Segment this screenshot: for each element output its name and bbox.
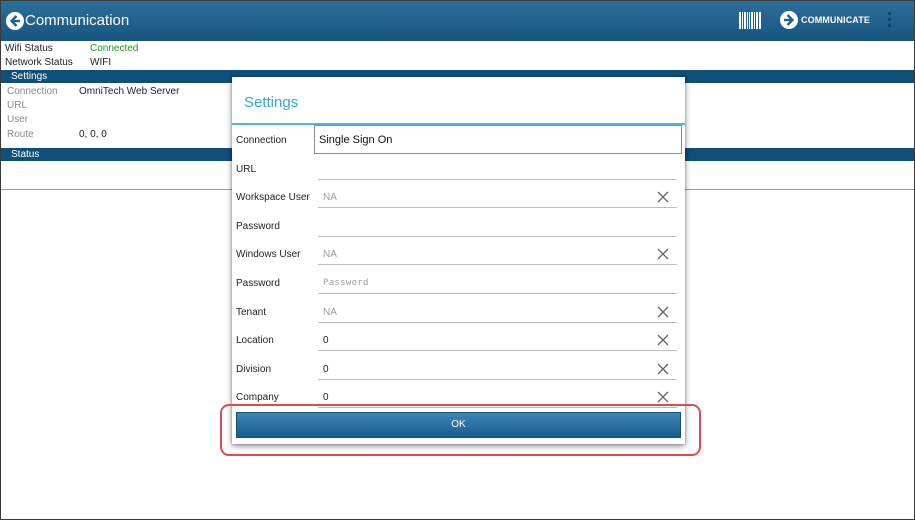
division-row: Division 0 — [232, 355, 685, 381]
back-arrow-icon[interactable] — [5, 11, 25, 31]
user-label: User — [7, 114, 29, 125]
password-row: Password — [232, 212, 685, 238]
location-row: Location 0 — [232, 326, 685, 352]
location-value: 0 — [323, 335, 329, 346]
wifi-status-value: Connected — [90, 43, 139, 54]
windows-user-row: Windows User NA — [232, 240, 685, 266]
workspace-user-input[interactable]: NA — [318, 187, 677, 208]
url-field-label: URL — [236, 164, 257, 175]
tenant-label: Tenant — [236, 307, 267, 318]
wifi-status-row: Wifi Status Connected — [5, 43, 305, 55]
company-label: Company — [236, 392, 279, 403]
workspace-user-label: Workspace User — [236, 192, 310, 203]
windows-password-label: Password — [236, 278, 280, 289]
network-status-label: Network Status — [5, 57, 73, 68]
tenant-placeholder: NA — [323, 307, 337, 318]
division-input[interactable]: 0 — [318, 359, 677, 380]
route-value: 0, 0, 0 — [79, 129, 107, 140]
arrow-right-circle-icon[interactable] — [779, 10, 799, 30]
close-icon[interactable] — [657, 191, 669, 203]
app-window: Communication COMMUNICATE Wifi Status Co… — [0, 0, 915, 520]
barcode-icon[interactable] — [739, 12, 761, 29]
connection-select-label: Connection — [236, 135, 287, 146]
app-bar: Communication COMMUNICATE — [1, 1, 914, 41]
windows-user-label: Windows User — [236, 249, 301, 260]
windows-user-input[interactable]: NA — [318, 244, 677, 265]
workspace-user-row: Workspace User NA — [232, 183, 685, 209]
settings-dialog: Settings Connection Single Sign On URL W… — [232, 77, 685, 444]
connection-select[interactable]: Single Sign On — [314, 125, 682, 154]
url-field-row: URL — [232, 155, 685, 181]
workspace-user-placeholder: NA — [323, 192, 337, 203]
location-label: Location — [236, 335, 274, 346]
connection-value: OmniTech Web Server — [79, 86, 180, 97]
ok-button-highlight — [220, 404, 701, 456]
network-status-row: Network Status WIFI — [5, 57, 305, 69]
wifi-status-label: Wifi Status — [5, 43, 53, 54]
windows-password-row: Password Password — [232, 269, 685, 295]
close-icon[interactable] — [657, 363, 669, 375]
network-status-value: WIFI — [90, 57, 112, 68]
division-value: 0 — [323, 364, 329, 375]
close-icon[interactable] — [657, 391, 669, 403]
url-input[interactable] — [318, 159, 677, 180]
url-label: URL — [7, 100, 28, 111]
close-icon[interactable] — [657, 334, 669, 346]
password-input[interactable] — [318, 216, 677, 237]
windows-password-input[interactable]: Password — [318, 273, 677, 294]
password-label: Password — [236, 221, 280, 232]
communicate-button[interactable]: COMMUNICATE — [801, 15, 870, 25]
overflow-menu-icon[interactable] — [887, 12, 893, 32]
route-label: Route — [7, 129, 34, 140]
windows-password-placeholder: Password — [323, 278, 369, 288]
connection-select-value: Single Sign On — [319, 134, 393, 146]
close-icon[interactable] — [657, 306, 669, 318]
tenant-input[interactable]: NA — [318, 302, 677, 323]
division-label: Division — [236, 364, 272, 375]
connection-label: Connection — [7, 86, 58, 97]
windows-user-placeholder: NA — [323, 249, 337, 260]
dialog-title: Settings — [244, 94, 299, 111]
tenant-row: Tenant NA — [232, 298, 685, 324]
close-icon[interactable] — [657, 248, 669, 260]
company-value: 0 — [323, 392, 329, 403]
page-title: Communication — [25, 12, 130, 29]
location-input[interactable]: 0 — [318, 330, 677, 351]
